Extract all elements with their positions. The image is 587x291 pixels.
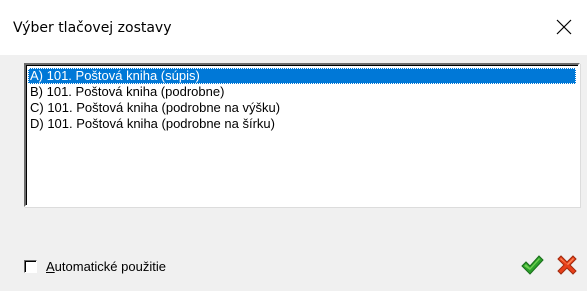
list-item[interactable]: C) 101. Poštová kniha (podrobne na výšku… [28,100,576,116]
auto-use-checkbox[interactable] [24,259,37,273]
report-selection-dialog: Výber tlačovej zostavy A) 101. Poštová k… [0,0,587,291]
list-item[interactable]: A) 101. Poštová kniha (súpis) [28,68,576,84]
window-title: Výber tlačovej zostavy [13,20,172,36]
title-bar: Výber tlačovej zostavy [0,0,587,55]
auto-use-label[interactable]: Automatické použitie [46,259,166,274]
list-item[interactable]: D) 101. Poštová kniha (podrobne na šírku… [28,116,576,132]
cancel-button[interactable] [553,250,581,280]
ok-button[interactable] [518,250,546,280]
auto-use-option[interactable]: Automatické použitie [24,258,166,274]
close-button[interactable] [541,4,587,50]
auto-use-accelerator: A [46,258,55,274]
close-icon [556,19,572,35]
report-list: A) 101. Poštová kniha (súpis) B) 101. Po… [28,68,576,132]
report-listbox[interactable]: A) 101. Poštová kniha (súpis) B) 101. Po… [24,63,580,207]
auto-use-label-rest: utomatické použitie [54,258,166,274]
red-x-icon [557,255,577,275]
green-checkmark-icon [521,255,544,275]
list-item[interactable]: B) 101. Poštová kniha (podrobne) [28,84,576,100]
